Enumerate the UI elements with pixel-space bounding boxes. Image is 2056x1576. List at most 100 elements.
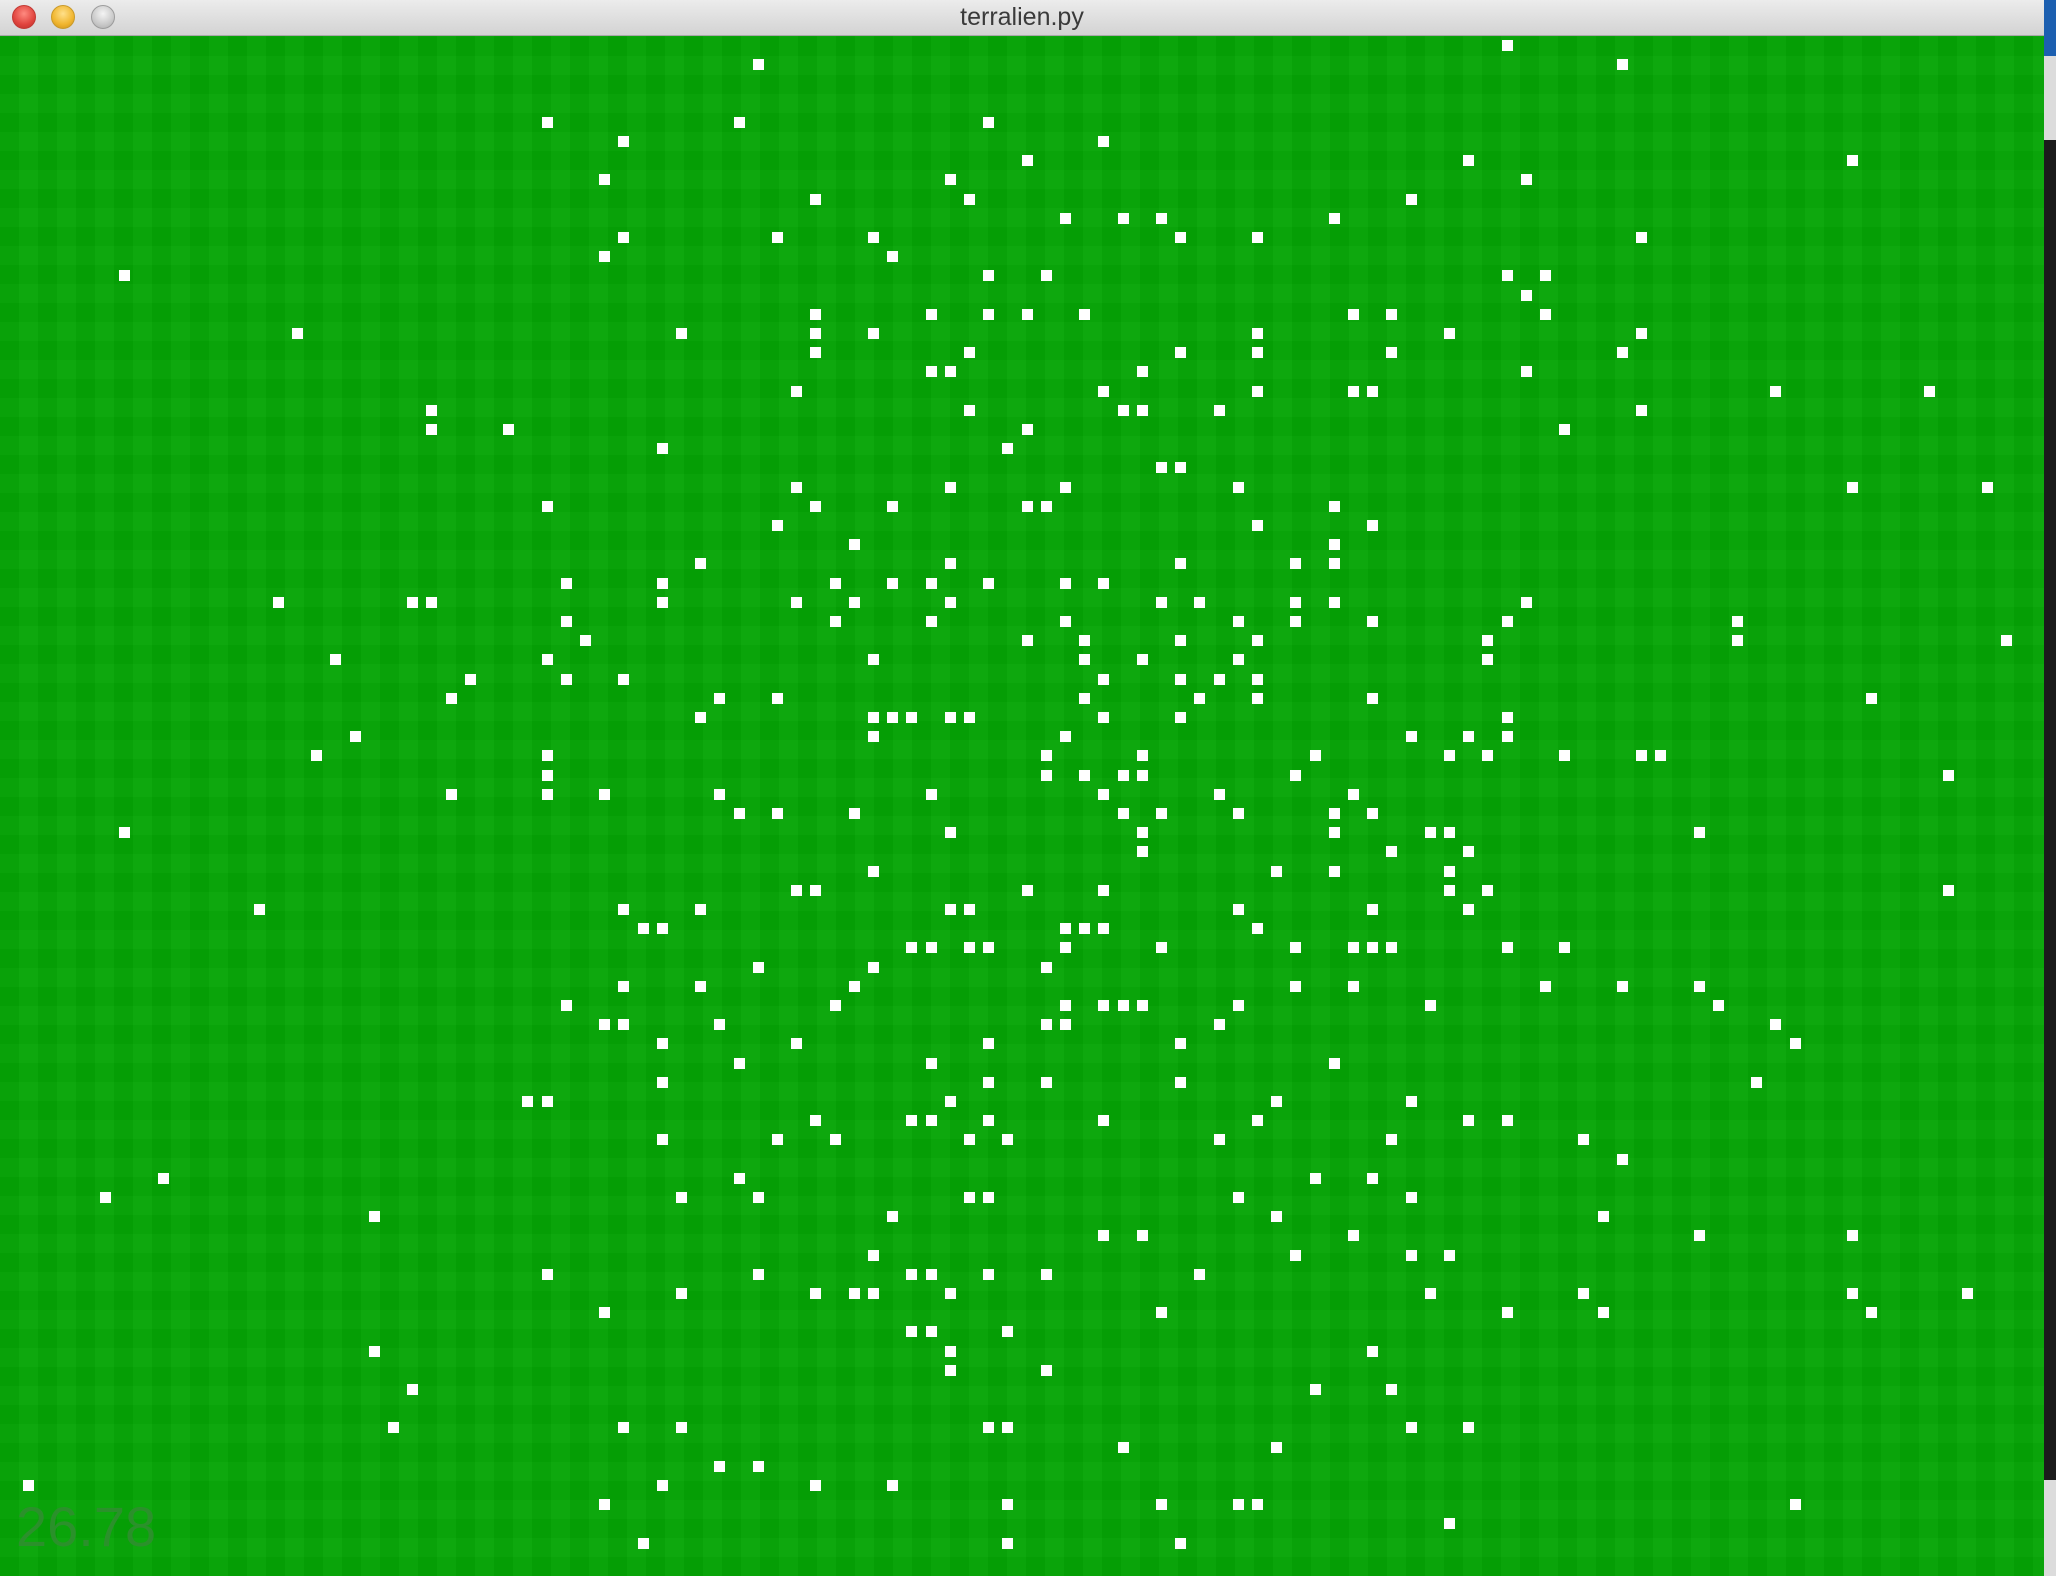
alien-entity [1502, 616, 1513, 627]
alien-entity [542, 117, 553, 128]
alien-entity [964, 1134, 975, 1145]
alien-entity [1617, 59, 1628, 70]
alien-entity [983, 942, 994, 953]
alien-entity [542, 750, 553, 761]
alien-entity [983, 1192, 994, 1203]
alien-entity [388, 1422, 399, 1433]
alien-entity [1175, 674, 1186, 685]
alien-entity [868, 866, 879, 877]
alien-entity [964, 712, 975, 723]
alien-entity [1386, 846, 1397, 857]
alien-entity [1482, 750, 1493, 761]
alien-entity [1060, 942, 1071, 953]
alien-entity [1502, 1307, 1513, 1318]
alien-entity [1463, 1422, 1474, 1433]
alien-entity [2001, 635, 2012, 646]
alien-entity [830, 1000, 841, 1011]
alien-entity [1329, 539, 1340, 550]
alien-entity [964, 942, 975, 953]
alien-entity [657, 1480, 668, 1491]
alien-entity [810, 501, 821, 512]
alien-entity [1098, 1230, 1109, 1241]
alien-entity [1463, 904, 1474, 915]
alien-entity [657, 1077, 668, 1088]
alien-entity [791, 482, 802, 493]
alien-entity [1271, 1211, 1282, 1222]
alien-entity [1521, 290, 1532, 301]
alien-entity [1578, 1134, 1589, 1145]
alien-entity [1482, 885, 1493, 896]
alien-entity [1406, 1096, 1417, 1107]
alien-entity [1079, 309, 1090, 320]
alien-entity [1252, 693, 1263, 704]
alien-entity [1770, 386, 1781, 397]
alien-entity [1559, 750, 1570, 761]
alien-entity [1041, 962, 1052, 973]
alien-entity [1290, 616, 1301, 627]
alien-entity [1252, 674, 1263, 685]
alien-entity [1156, 942, 1167, 953]
title-bar[interactable]: terralien.py [0, 0, 2044, 36]
alien-entity [1175, 1077, 1186, 1088]
alien-entity [1924, 386, 1935, 397]
alien-entity [1290, 1250, 1301, 1261]
alien-entity [714, 693, 725, 704]
alien-entity [1617, 1154, 1628, 1165]
alien-entity [1194, 693, 1205, 704]
alien-entity [254, 904, 265, 915]
alien-entity [1329, 558, 1340, 569]
alien-entity [1559, 424, 1570, 435]
alien-entity [1098, 923, 1109, 934]
alien-entity [1098, 712, 1109, 723]
alien-entity [1252, 386, 1263, 397]
alien-entity [1502, 712, 1513, 723]
alien-entity [638, 923, 649, 934]
alien-entity [1271, 1096, 1282, 1107]
alien-entity [23, 1480, 34, 1491]
alien-entity [1425, 1288, 1436, 1299]
alien-entity [791, 885, 802, 896]
alien-entity [1175, 1538, 1186, 1549]
alien-entity [1694, 1230, 1705, 1241]
alien-entity [1098, 1000, 1109, 1011]
alien-entity [426, 597, 437, 608]
alien-entity [868, 328, 879, 339]
alien-entity [618, 1422, 629, 1433]
alien-entity [1041, 501, 1052, 512]
alien-entity [657, 578, 668, 589]
alien-entity [1329, 827, 1340, 838]
alien-entity [561, 674, 572, 685]
alien-entity [983, 117, 994, 128]
alien-entity [1079, 693, 1090, 704]
alien-entity [830, 578, 841, 589]
alien-entity [810, 1480, 821, 1491]
alien-entity [906, 1115, 917, 1126]
alien-entity [1060, 731, 1071, 742]
alien-entity [1406, 194, 1417, 205]
alien-entity [1386, 942, 1397, 953]
alien-entity [1156, 462, 1167, 473]
alien-entity [887, 251, 898, 262]
alien-entity [868, 1288, 879, 1299]
alien-entity [599, 174, 610, 185]
alien-entity [926, 616, 937, 627]
alien-entity [1636, 750, 1647, 761]
alien-entity [1367, 616, 1378, 627]
alien-entity [772, 1134, 783, 1145]
alien-entity [1598, 1211, 1609, 1222]
alien-entity [273, 597, 284, 608]
alien-entity [1329, 1058, 1340, 1069]
alien-entity [1463, 846, 1474, 857]
alien-entity [983, 1115, 994, 1126]
game-canvas[interactable]: 26.78 [0, 36, 2044, 1576]
alien-entity [561, 1000, 572, 1011]
alien-entity [1636, 405, 1647, 416]
alien-entity [1482, 654, 1493, 665]
alien-entity [1233, 808, 1244, 819]
alien-entity [830, 1134, 841, 1145]
alien-entity [753, 962, 764, 973]
alien-entity [1694, 981, 1705, 992]
alien-entity [618, 136, 629, 147]
alien-entity [810, 885, 821, 896]
alien-entity [887, 1480, 898, 1491]
